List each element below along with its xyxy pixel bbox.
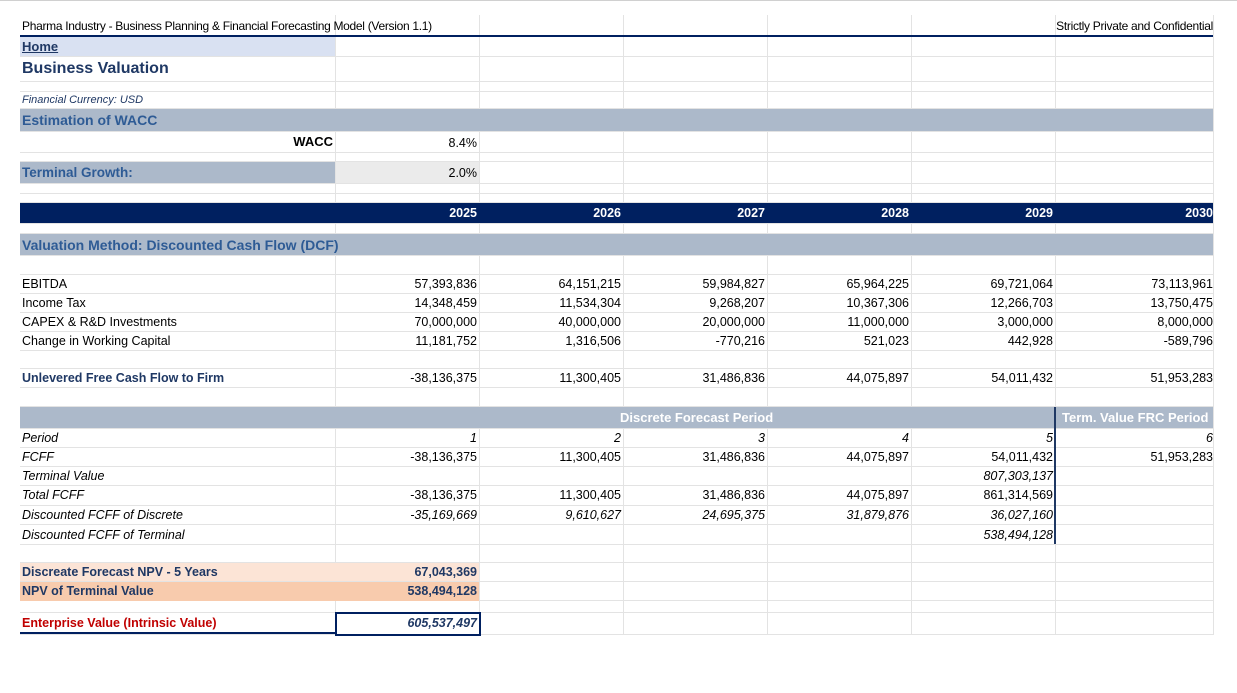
row-label: Period [22,431,59,445]
cell-2028: 521,023 [863,334,909,348]
home-link[interactable]: Home [22,38,58,56]
cell-2025: 70,000,000 [414,315,477,329]
cell-2030: -589,796 [1163,334,1213,348]
cell-p4: 44,075,897 [846,488,909,502]
terminal-period-title: Term. Value FRC Period [1062,410,1209,425]
cell-2030: 8,000,000 [1157,315,1213,329]
npv-terminal-value: 538,494,128 [407,584,477,598]
cell-2027: 9,268,207 [709,296,765,310]
cell-2029: 54,011,432 [991,371,1053,385]
cell-2025: 11,181,752 [415,334,477,348]
cell-2026: 64,151,215 [558,277,621,291]
npv-discrete-value: 67,043,369 [414,565,477,579]
row-label: Income Tax [22,296,86,310]
cell-p3: 31,486,836 [702,450,765,464]
cell-p6: 51,953,283 [1150,450,1213,464]
home-cell [20,37,335,56]
row-label: EBITDA [22,277,68,291]
npv-discrete-label: Discreate Forecast NPV - 5 Years [22,565,218,579]
cell-2029: 3,000,000 [997,315,1053,329]
cell-p5: 807,303,137 [983,469,1053,483]
cell-2028: 65,964,225 [846,277,909,291]
cell-2027: 59,984,827 [702,277,765,291]
cell-p5: 5 [1046,431,1053,445]
cell-2030: 73,113,961 [1151,277,1213,291]
cell-2027: 31,486,836 [702,371,765,385]
terminal-period-divider [1054,407,1056,544]
terminal-growth-label: Terminal Growth: [22,165,133,180]
cell-2028: 44,075,897 [846,371,909,385]
wacc-section-heading: Estimation of WACC [22,112,158,128]
cell-2029: 442,928 [1007,334,1053,348]
row-label: Total FCFF [22,488,85,502]
cell-p3: 24,695,375 [702,508,765,522]
row-label: Discounted FCFF of Terminal [22,528,185,542]
discrete-period-title: Discrete Forecast Period [620,410,774,425]
cell-p1: -35,169,669 [410,508,477,522]
row-label: Terminal Value [22,469,105,483]
cell-p5: 538,494,128 [983,528,1053,542]
year-header-2025: 2025 [449,206,477,220]
cell-2025: 14,348,459 [414,296,477,310]
cell-2030: 51,953,283 [1150,371,1213,385]
row-label: CAPEX & R&D Investments [22,315,177,329]
terminal-growth-value[interactable]: 2.0% [449,164,478,182]
cell-2026: 1,316,506 [565,334,621,348]
cell-p2: 11,300,405 [559,488,621,502]
dcf-section-heading: Valuation Method: Discounted Cash Flow (… [22,237,339,253]
cell-p1: -38,136,375 [410,488,477,502]
cell-2025: 57,393,836 [414,277,477,291]
cell-2029: 69,721,064 [990,277,1053,291]
cell-p1: 1 [470,431,477,445]
cell-2025: -38,136,375 [410,371,477,385]
row-label: Discounted FCFF of Discrete [22,508,183,522]
model-title: Pharma Industry - Business Planning & Fi… [22,19,432,33]
cell-2030: 13,750,475 [1150,296,1213,310]
cell-2028: 10,367,306 [846,296,909,310]
cell-p1: -38,136,375 [410,450,477,464]
cell-p5: 861,314,569 [983,488,1053,502]
cell-p2: 2 [614,431,621,445]
cell-p4: 31,879,876 [846,508,909,522]
year-header-2029: 2029 [1025,206,1053,220]
cell-2028: 11,000,000 [847,315,909,329]
cell-2026: 40,000,000 [558,315,621,329]
row-label: Change in Working Capital [22,334,171,348]
ev-value: 605,537,497 [407,616,477,630]
year-header-2027: 2027 [737,206,765,220]
npv-terminal-label: NPV of Terminal Value [22,584,154,598]
cell-2027: 20,000,000 [702,315,765,329]
cell-p6: 6 [1206,431,1213,445]
cell-p2: 11,300,405 [559,450,621,464]
wacc-section-band [20,109,1213,131]
cell-p2: 9,610,627 [565,508,621,522]
cell-2029: 12,266,703 [990,296,1053,310]
page-title: Business Valuation [22,60,169,77]
cell-p5: 54,011,432 [991,450,1053,464]
year-header-2026: 2026 [593,206,621,220]
cell-p5: 36,027,160 [990,508,1053,522]
cell-p4: 44,075,897 [846,450,909,464]
cell-p3: 31,486,836 [702,488,765,502]
wacc-label: WACC [293,134,333,149]
confidential-label: Strictly Private and Confidential [1056,19,1213,33]
row-label: Unlevered Free Cash Flow to Firm [22,371,225,385]
cell-p4: 4 [902,431,909,445]
cell-2027: -770,216 [715,334,765,348]
year-header-2028: 2028 [881,206,909,220]
forecast-header-band [20,407,1213,428]
cell-2026: 11,534,304 [559,296,621,310]
ev-label: Enterprise Value (Intrinsic Value) [22,616,217,630]
ev-label-underline [20,632,335,634]
currency-note: Financial Currency: USD [22,94,144,106]
wacc-value[interactable]: 8.4% [449,134,478,152]
cell-p3: 3 [758,431,765,445]
row-label: FCFF [22,450,54,464]
year-header-2030: 2030 [1185,206,1213,220]
cell-2026: 11,300,405 [559,371,621,385]
